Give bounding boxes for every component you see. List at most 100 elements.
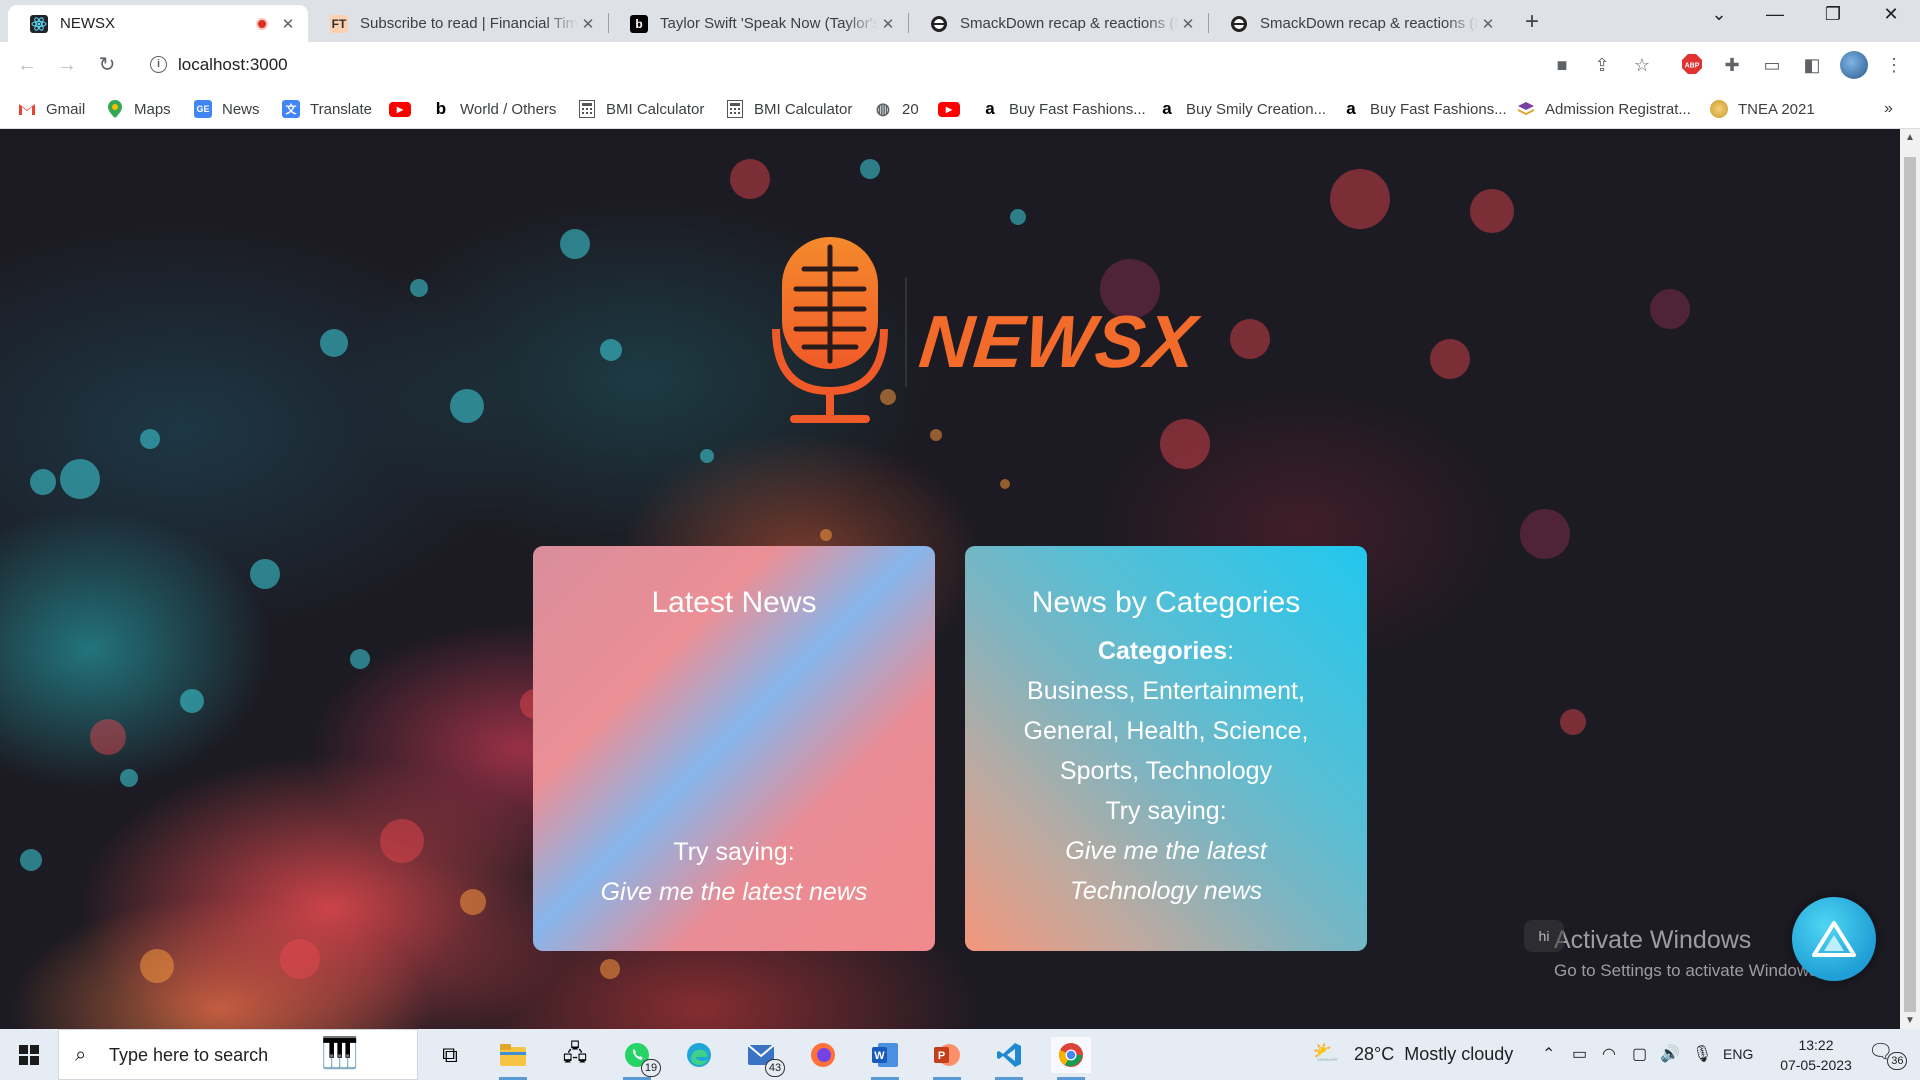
network-app-icon[interactable]: 🖧 (555, 1037, 595, 1073)
close-tab-icon[interactable]: ✕ (1478, 15, 1498, 33)
tab-billboard[interactable]: b Taylor Swift 'Speak Now (Taylor's Vers… (608, 5, 908, 42)
menu-icon[interactable]: ⋮ (1882, 53, 1906, 77)
share-icon[interactable]: ⇪ (1590, 53, 1614, 77)
bookmark-label: Translate (310, 100, 372, 118)
whatsapp-icon[interactable]: 19 (617, 1037, 661, 1080)
new-tab-button[interactable]: + (1518, 8, 1546, 36)
bookmark-star-icon[interactable]: ☆ (1630, 53, 1654, 77)
mail-icon[interactable]: 43 (741, 1037, 785, 1077)
adblock-icon[interactable]: ABP (1680, 53, 1704, 77)
card-content: Categories: Business, Entertainment, Gen… (965, 631, 1367, 911)
whatsapp-badge: 19 (641, 1059, 661, 1077)
bookmark-youtube-2[interactable]: ▶ (938, 98, 970, 120)
bookmark-youtube-1[interactable]: ▶ (389, 98, 421, 120)
task-view-icon[interactable]: ⧉ (430, 1037, 470, 1073)
voice-assistant-button[interactable] (1792, 897, 1876, 981)
tab-smackdown-1[interactable]: SmackDown recap & reactions (May 5, 2023… (908, 5, 1208, 42)
tab-search-icon[interactable]: ⌄ (1696, 4, 1742, 25)
vscode-icon[interactable] (989, 1037, 1029, 1080)
extensions-icon[interactable]: ✚ (1720, 53, 1744, 77)
scroll-down-icon[interactable]: ▼ (1900, 1012, 1920, 1029)
edge-icon[interactable] (679, 1037, 719, 1073)
page-scrollbar[interactable]: ▲ ▼ (1900, 129, 1920, 1029)
bookmark-tnea[interactable]: TNEA 2021 (1710, 98, 1815, 120)
tab-smackdown-2[interactable]: SmackDown recap & reactions (May 5, 2023… (1208, 5, 1508, 42)
search-highlight-piano-icon: 🎹 (321, 1037, 359, 1070)
cast-icon[interactable]: ▭ (1760, 53, 1784, 77)
news-by-categories-card: News by Categories Categories: Business,… (965, 546, 1367, 951)
bookmark-gmail[interactable]: Gmail (18, 98, 85, 120)
clock-time: 13:22 (1798, 1037, 1834, 1053)
bookmark-label: Buy Fast Fashions... (1370, 100, 1507, 118)
close-tab-icon[interactable]: ✕ (278, 15, 298, 33)
reload-icon[interactable]: ↻ (92, 50, 122, 80)
camera-icon[interactable]: ■ (1550, 53, 1574, 77)
bing-icon: b (435, 99, 447, 118)
tab-financial-times[interactable]: FT Subscribe to read | Financial Times ✕ (308, 5, 608, 42)
bookmark-label: BMI Calculator (606, 100, 705, 118)
url-text: localhost:3000 (178, 55, 288, 74)
windows-start-button[interactable] (0, 1029, 58, 1080)
bookmark-maps[interactable]: Maps (106, 98, 171, 120)
microphone-tray-icon[interactable]: 🎙 (1692, 1044, 1712, 1064)
close-tab-icon[interactable]: ✕ (1178, 15, 1198, 33)
wifi-icon[interactable]: ◠ (1602, 1044, 1616, 1064)
site-info-icon[interactable]: i (150, 56, 167, 73)
avatar[interactable] (1840, 51, 1868, 79)
side-panel-icon[interactable]: ◧ (1800, 53, 1824, 77)
weather-icon[interactable]: ⛅ (1312, 1040, 1339, 1066)
close-tab-icon[interactable]: ✕ (578, 15, 598, 33)
bookmark-label: Gmail (46, 100, 86, 118)
amazon-icon: a (985, 99, 995, 118)
bookmark-news[interactable]: GE News (194, 98, 260, 120)
volume-icon[interactable]: 🔊 (1660, 1044, 1680, 1064)
bookmark-amazon-2[interactable]: a Buy Smily Creation... (1158, 98, 1326, 120)
browser-toolbar: ← → ↻ i localhost:3000 ■ ⇪ ☆ ABP ✚ ▭ ◧ ⋮ (0, 42, 1920, 88)
more-bookmarks-icon[interactable]: » (1884, 98, 1893, 120)
language-indicator[interactable]: ENG (1723, 1046, 1753, 1062)
bookmark-label: World / Others (460, 100, 557, 118)
close-tab-icon[interactable]: ✕ (878, 15, 898, 33)
scroll-thumb[interactable] (1904, 157, 1916, 1012)
microphone-icon (772, 237, 888, 423)
try-saying-label: Try saying: (673, 838, 795, 866)
card-title: Latest News (651, 586, 817, 619)
notifications-icon[interactable]: 🗨 36 (1868, 1039, 1908, 1070)
mail-badge: 43 (765, 1059, 785, 1077)
bookmark-bmi-2[interactable]: BMI Calculator (726, 98, 852, 120)
file-explorer-icon[interactable] (493, 1037, 533, 1080)
bookmark-20[interactable]: ◍ 20 (874, 98, 919, 120)
system-clock[interactable]: 13:22 07-05-2023 (1766, 1035, 1866, 1075)
tab-newsx[interactable]: NEWSX ✕ (8, 5, 308, 42)
forward-icon[interactable]: → (52, 50, 82, 80)
calculator-icon (726, 100, 744, 118)
chrome-icon[interactable] (1051, 1037, 1091, 1080)
word-icon[interactable]: W (865, 1037, 905, 1080)
bookmark-amazon-1[interactable]: a Buy Fast Fashions... (981, 98, 1145, 120)
minimize-icon[interactable]: — (1752, 4, 1798, 25)
assistant-hint-bubble: hi (1524, 920, 1564, 952)
powerpoint-icon[interactable]: P (927, 1037, 967, 1080)
sbnation-icon (1230, 15, 1248, 33)
bookmark-admission[interactable]: Admission Registrat... (1517, 98, 1691, 120)
show-hidden-icons-icon[interactable]: ⌃ (1542, 1044, 1555, 1064)
clock-date: 07-05-2023 (1780, 1057, 1852, 1073)
firefox-icon[interactable] (803, 1037, 843, 1073)
restore-icon[interactable]: ❐ (1810, 4, 1856, 25)
bookmark-translate[interactable]: 文 Translate (282, 98, 372, 120)
address-bar[interactable]: i localhost:3000 (138, 47, 1558, 83)
back-icon[interactable]: ← (12, 50, 42, 80)
youtube-icon: ▶ (389, 101, 411, 117)
weather-text[interactable]: 28°C Mostly cloudy (1354, 1044, 1513, 1065)
bookmark-bmi-1[interactable]: BMI Calculator (578, 98, 704, 120)
bookmark-world-others[interactable]: b World / Others (432, 98, 557, 120)
bookmark-amazon-3[interactable]: a Buy Fast Fashions... (1342, 98, 1507, 120)
svg-text:W: W (874, 1050, 885, 1062)
taskbar-search[interactable]: ⌕ Type here to search 🎹 (58, 1029, 418, 1080)
close-window-icon[interactable]: ✕ (1868, 4, 1914, 25)
scroll-up-icon[interactable]: ▲ (1900, 129, 1920, 146)
display-icon[interactable]: ▢ (1632, 1044, 1647, 1064)
battery-icon[interactable]: ▭ (1572, 1044, 1587, 1064)
assistant-logo-icon (1812, 921, 1856, 957)
tab-title: SmackDown recap & reactions (May 5, 2023… (1260, 15, 1478, 32)
